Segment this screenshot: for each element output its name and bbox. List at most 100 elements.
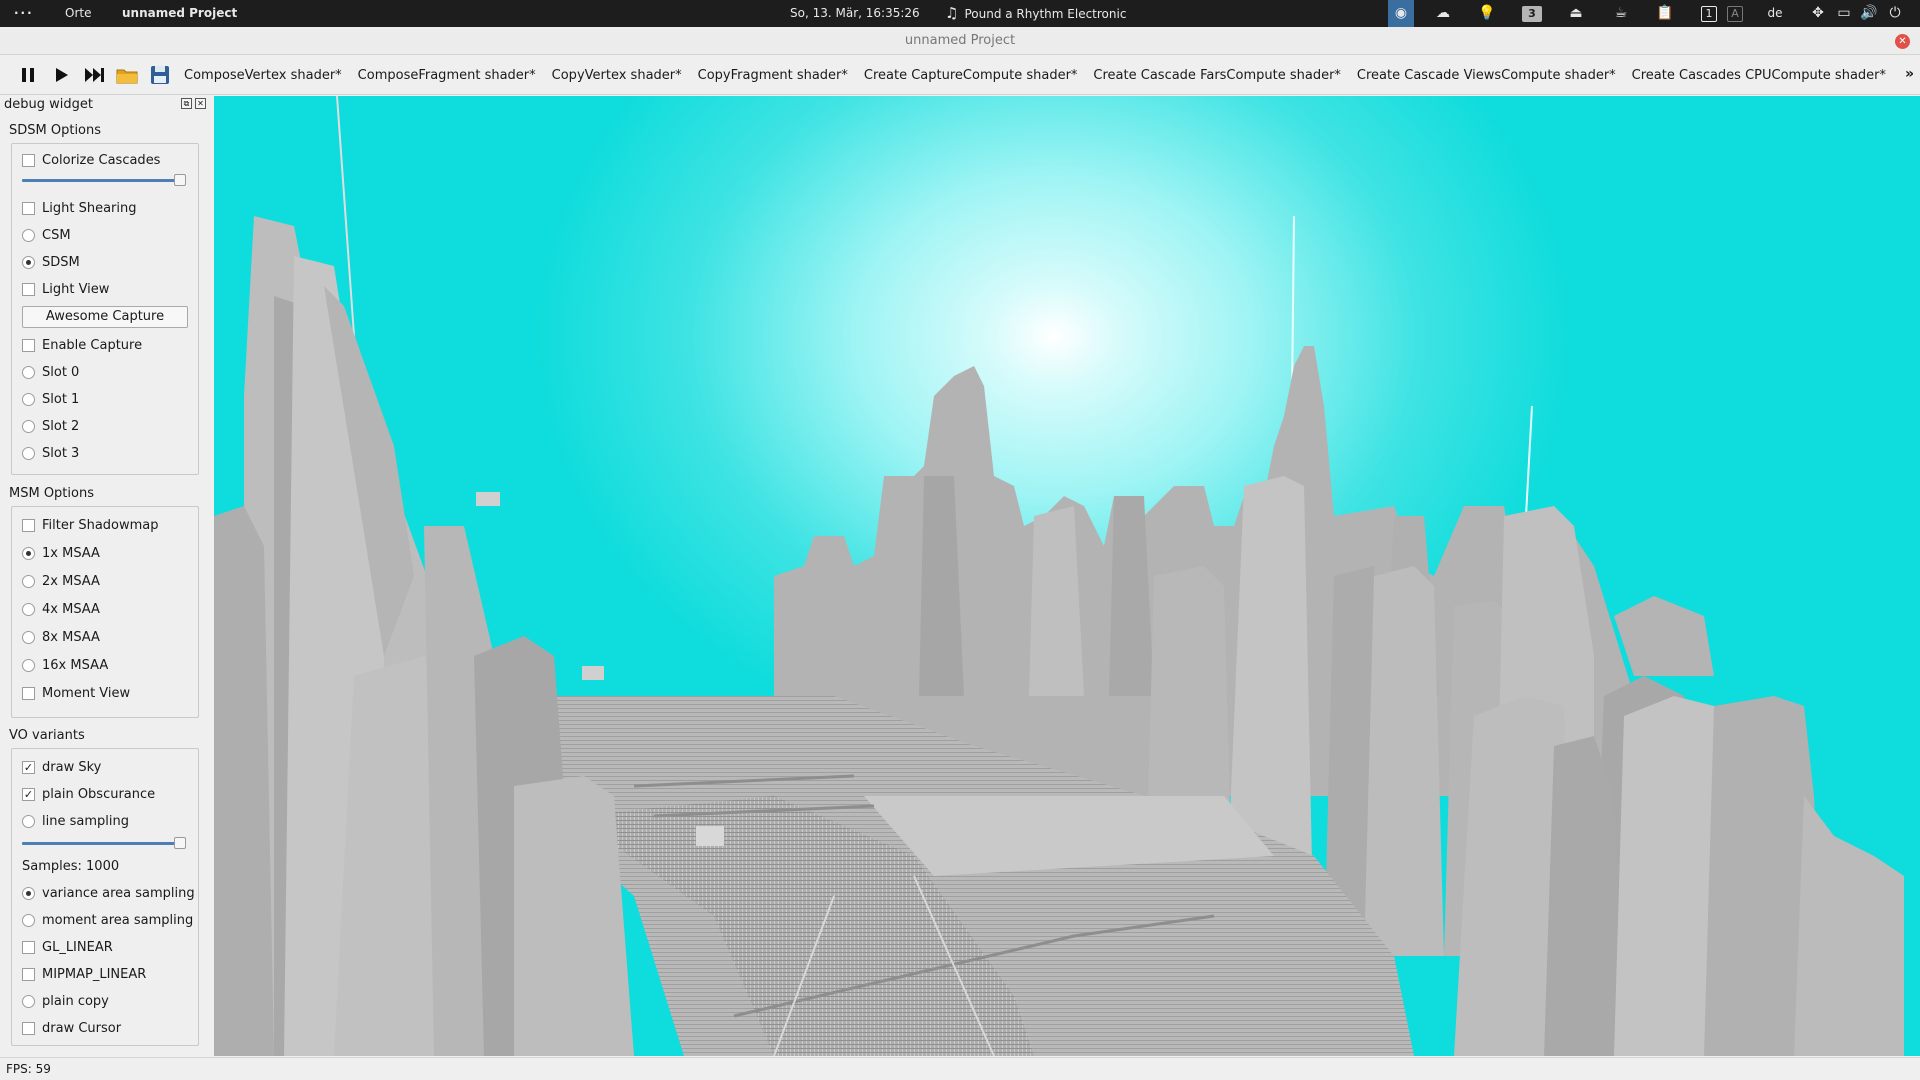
sdsm-options-group: Colorize Cascades Light Shearing CSM SDS…	[11, 143, 199, 475]
cascade-slider[interactable]	[22, 173, 187, 187]
clipboard-tray-icon[interactable]: 📋	[1652, 0, 1678, 27]
tab-create-capture[interactable]: Create CaptureCompute shader*	[864, 68, 1078, 83]
colorize-cascades-checkbox[interactable]: Colorize Cascades	[22, 151, 160, 169]
variance-area-label: variance area sampling	[42, 885, 195, 901]
gl-linear-label: GL_LINEAR	[42, 939, 113, 955]
close-panel-icon[interactable]: ✕	[195, 98, 206, 109]
window-title: unnamed Project	[904, 33, 1016, 48]
tab-create-cascade-fars[interactable]: Create Cascade FarsCompute shader*	[1093, 68, 1341, 83]
fps-counter: FPS: 59	[6, 1062, 51, 1076]
filter-shadowmap-checkbox[interactable]: Filter Shadowmap	[22, 516, 159, 534]
cloud-sync-tray-icon[interactable]: ☁	[1430, 0, 1456, 27]
light-shearing-checkbox[interactable]: Light Shearing	[22, 199, 136, 217]
power-tray-icon[interactable]: ⏻	[1882, 0, 1908, 27]
radio-button	[22, 913, 35, 927]
step-forward-button[interactable]	[82, 63, 106, 87]
plain-copy-radio[interactable]: plain copy	[22, 992, 109, 1010]
moment-area-label: moment area sampling	[42, 912, 194, 928]
mipmap-linear-checkbox[interactable]: MIPMAP_LINEAR	[22, 965, 146, 983]
variance-area-sampling-radio[interactable]: variance area sampling	[22, 884, 195, 902]
floating-block	[696, 826, 724, 846]
coffee-tray-icon[interactable]: ☕	[1608, 0, 1634, 27]
tab-copy-fragment[interactable]: CopyFragment shader*	[698, 68, 848, 83]
slot-0-radio[interactable]: Slot 0	[22, 363, 79, 381]
msaa-16x-radio[interactable]: 16x MSAA	[22, 656, 108, 674]
play-button[interactable]	[49, 63, 73, 87]
save-button[interactable]	[148, 63, 172, 87]
moment-area-sampling-radio[interactable]: moment area sampling	[22, 911, 193, 929]
moment-view-checkbox[interactable]: Moment View	[22, 684, 130, 702]
slider-handle[interactable]	[174, 174, 186, 186]
volume-tray-icon[interactable]: 🔊	[1856, 0, 1882, 27]
keyboard-layout-indicator[interactable]: de	[1762, 0, 1788, 27]
fast-forward-icon	[85, 68, 104, 82]
float-panel-icon[interactable]: ⧉	[181, 98, 192, 109]
sdsm-label: SDSM	[42, 254, 80, 270]
tab-copy-vertex[interactable]: CopyVertex shader*	[552, 68, 682, 83]
floating-block	[582, 666, 604, 680]
slot-3-radio[interactable]: Slot 3	[22, 444, 79, 462]
radio-button	[22, 228, 35, 242]
tab-compose-vertex[interactable]: ComposeVertex shader*	[184, 68, 342, 83]
workspace-1-indicator[interactable]: 1	[1696, 0, 1722, 27]
enable-capture-checkbox[interactable]: Enable Capture	[22, 336, 142, 354]
plain-obscurance-checkbox[interactable]: ✓ plain Obscurance	[22, 785, 155, 803]
close-icon[interactable]: ✕	[1895, 34, 1910, 49]
csm-radio[interactable]: CSM	[22, 226, 71, 244]
spotify-tray-icon[interactable]: ◉	[1388, 0, 1414, 27]
tab-create-cascades-cpu[interactable]: Create Cascades CPUCompute shader*	[1632, 68, 1886, 83]
tab-create-cascade-views[interactable]: Create Cascade ViewsCompute shader*	[1357, 68, 1616, 83]
light-view-checkbox[interactable]: Light View	[22, 280, 109, 298]
msm-options-heading: MSM Options	[9, 486, 94, 501]
draw-cursor-label: draw Cursor	[42, 1020, 122, 1036]
slot-2-label: Slot 2	[42, 418, 80, 434]
draw-sky-checkbox[interactable]: ✓ draw Sky	[22, 758, 101, 776]
more-tabs-chevron-icon[interactable]: »	[1905, 66, 1914, 82]
radio-button	[22, 630, 35, 644]
tab-compose-fragment[interactable]: ComposeFragment shader*	[358, 68, 536, 83]
clock[interactable]: So, 13. Mär, 16:35:26	[790, 0, 920, 27]
samples-slider[interactable]	[22, 836, 187, 850]
music-note-icon: ♫	[945, 4, 959, 22]
awesome-capture-button[interactable]: Awesome Capture	[22, 306, 188, 328]
places-menu-button[interactable]: Orte	[65, 0, 91, 27]
pause-button[interactable]	[16, 63, 40, 87]
gl-linear-checkbox[interactable]: GL_LINEAR	[22, 938, 113, 956]
msaa-8x-radio[interactable]: 8x MSAA	[22, 628, 100, 646]
checkbox-box	[22, 686, 35, 700]
sdsm-radio[interactable]: SDSM	[22, 253, 80, 271]
active-app-label[interactable]: unnamed Project	[122, 0, 237, 27]
lightbulb-tray-icon[interactable]: 💡	[1474, 0, 1500, 27]
checkbox-box	[22, 201, 35, 215]
now-playing[interactable]: ♫ Pound a Rhythm Electronic	[945, 0, 1126, 27]
light-shearing-label: Light Shearing	[42, 200, 137, 216]
msaa-4x-radio[interactable]: 4x MSAA	[22, 600, 100, 618]
slider-track	[22, 179, 180, 182]
activities-menu-button[interactable]: ···	[14, 0, 34, 27]
radio-button	[22, 602, 35, 616]
draw-cursor-checkbox[interactable]: draw Cursor	[22, 1019, 121, 1037]
line-sampling-radio[interactable]: line sampling	[22, 812, 129, 830]
panel-title: debug widget	[4, 97, 93, 112]
radio-button	[22, 419, 35, 433]
open-folder-button[interactable]	[115, 63, 139, 87]
msaa-1x-radio[interactable]: 1x MSAA	[22, 544, 100, 562]
display-tray-icon[interactable]: ▭	[1831, 0, 1857, 27]
render-viewport[interactable]	[214, 96, 1920, 1056]
workspace-badge[interactable]: 3	[1518, 0, 1546, 27]
tower-mid	[1364, 566, 1444, 956]
radio-button	[22, 574, 35, 588]
slider-handle[interactable]	[174, 837, 186, 849]
msaa-1x-label: 1x MSAA	[42, 545, 100, 561]
eject-tray-icon[interactable]: ⏏	[1563, 0, 1589, 27]
msaa-2x-radio[interactable]: 2x MSAA	[22, 572, 100, 590]
moment-view-label: Moment View	[42, 685, 131, 701]
checkbox-box	[22, 282, 35, 296]
tower-near	[1794, 796, 1904, 1056]
slot-1-radio[interactable]: Slot 1	[22, 390, 79, 408]
slider-track	[22, 842, 180, 845]
workspace-a-indicator[interactable]: A	[1722, 0, 1748, 27]
network-tray-icon[interactable]: ✥	[1805, 0, 1831, 27]
line-sampling-label: line sampling	[42, 813, 129, 829]
slot-2-radio[interactable]: Slot 2	[22, 417, 79, 435]
